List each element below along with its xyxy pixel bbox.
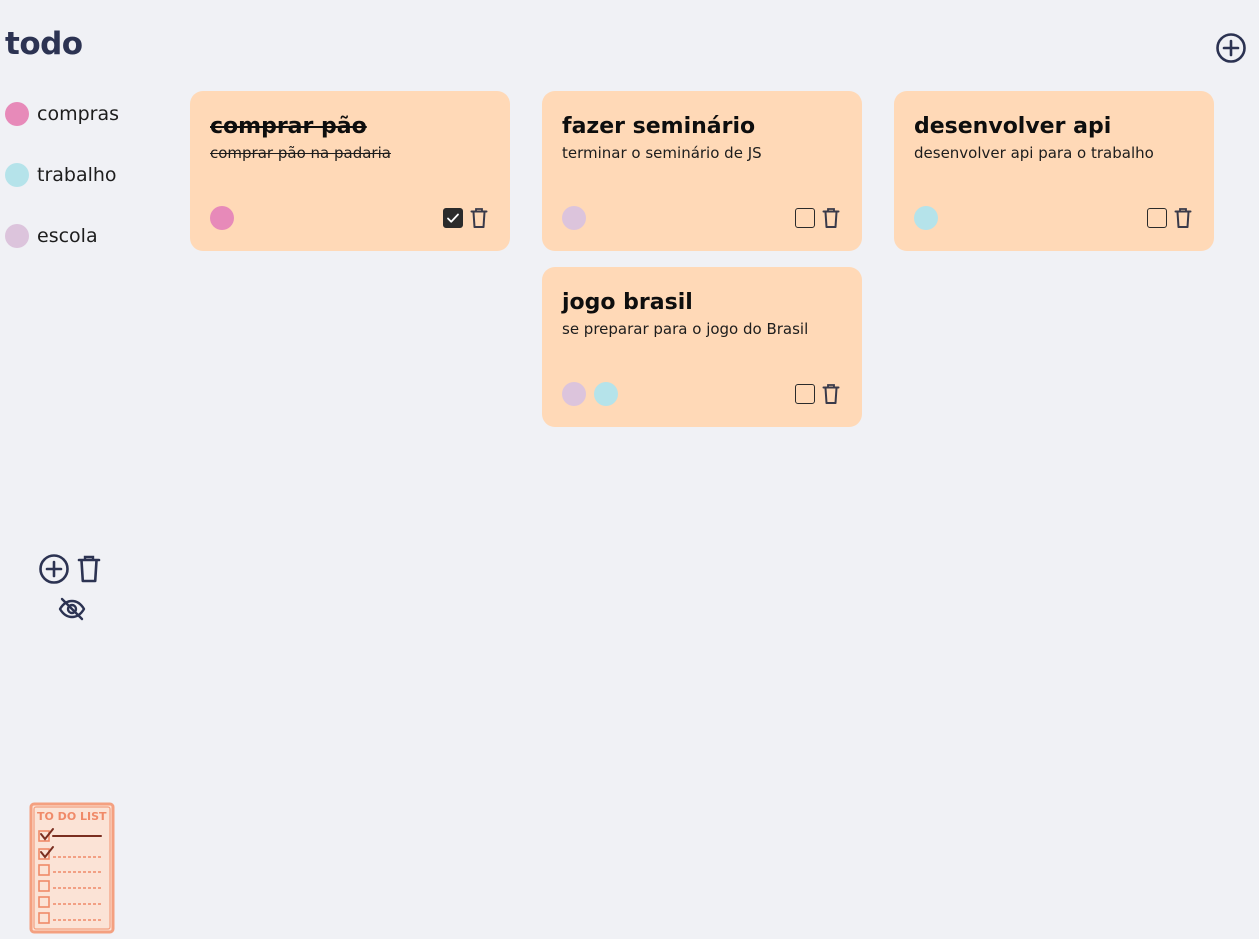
hide-tags-icon[interactable] — [58, 596, 86, 622]
tag-item-compras[interactable]: compras — [5, 98, 119, 129]
note-title: desenvolver api — [914, 114, 1112, 139]
note-description: se preparar para o jogo do Brasil — [562, 320, 809, 338]
check-icon — [447, 213, 459, 223]
note-actions — [1147, 207, 1192, 229]
tag-controls — [38, 553, 102, 621]
done-checkbox[interactable] — [795, 384, 815, 404]
note-description: desenvolver api para o trabalho — [914, 144, 1154, 162]
tag-color-dot — [5, 101, 29, 126]
note-tags — [210, 206, 234, 230]
note-tags — [562, 206, 586, 230]
add-note-icon[interactable] — [1215, 32, 1247, 64]
note-card: desenvolver api desenvolver api para o t… — [894, 91, 1214, 251]
trash-icon[interactable] — [470, 207, 488, 229]
tag-color-dot — [5, 162, 29, 187]
note-card: jogo brasil se preparar para o jogo do B… — [542, 267, 862, 427]
note-title: jogo brasil — [562, 290, 693, 315]
note-actions — [443, 207, 488, 229]
delete-tag-icon[interactable] — [76, 553, 102, 585]
note-actions — [795, 207, 840, 229]
tag-item-escola[interactable]: escola — [5, 220, 119, 251]
tag-item-trabalho[interactable]: trabalho — [5, 159, 119, 190]
note-description: comprar pão na padaria — [210, 144, 391, 162]
note-title: comprar pão — [210, 114, 367, 139]
note-tags — [562, 382, 618, 406]
trash-icon[interactable] — [822, 383, 840, 405]
note-card: fazer seminário terminar o seminário de … — [542, 91, 862, 251]
note-tag-dot — [914, 206, 938, 230]
tag-color-dot — [5, 223, 29, 248]
note-card: comprar pão comprar pão na padaria — [190, 91, 510, 251]
note-title: fazer seminário — [562, 114, 756, 139]
app-title: todo — [5, 26, 83, 62]
note-tag-dot — [562, 206, 586, 230]
done-checkbox[interactable] — [443, 208, 463, 228]
add-tag-icon[interactable] — [38, 553, 70, 585]
tag-list: compras trabalho escola — [5, 98, 119, 281]
logo-text: TO DO LIST — [37, 810, 107, 823]
tag-label: escola — [37, 224, 98, 247]
trash-icon[interactable] — [1174, 207, 1192, 229]
tag-label: compras — [37, 102, 119, 125]
note-actions — [795, 383, 840, 405]
note-description: terminar o seminário de JS — [562, 144, 762, 162]
todo-list-logo: TO DO LIST — [29, 802, 115, 934]
tag-label: trabalho — [37, 163, 117, 186]
done-checkbox[interactable] — [1147, 208, 1167, 228]
note-tag-dot — [210, 206, 234, 230]
note-tags — [914, 206, 938, 230]
done-checkbox[interactable] — [795, 208, 815, 228]
note-tag-dot — [594, 382, 618, 406]
trash-icon[interactable] — [822, 207, 840, 229]
note-tag-dot — [562, 382, 586, 406]
